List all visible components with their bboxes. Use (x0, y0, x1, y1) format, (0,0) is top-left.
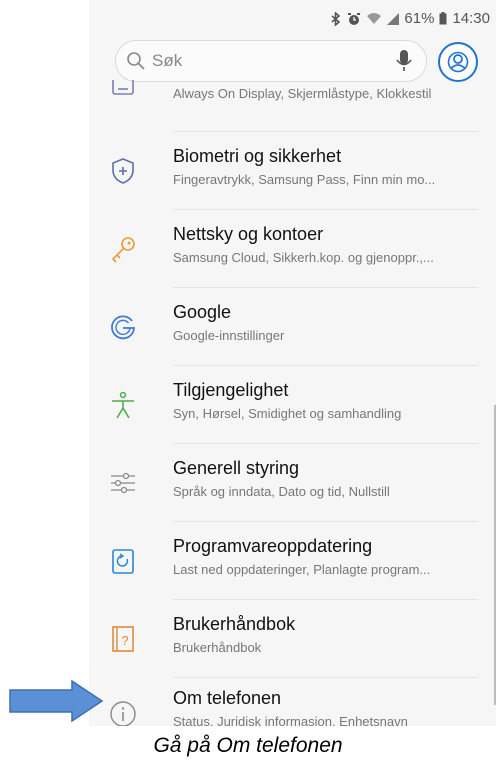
settings-item-subtitle: Brukerhåndbok (173, 640, 262, 655)
info-icon (110, 701, 136, 726)
signal-icon (387, 12, 400, 25)
alarm-icon (348, 12, 361, 25)
settings-item-subtitle: Google-innstillinger (173, 328, 285, 343)
settings-item-title: Google (173, 302, 232, 322)
clock: 14:30 (452, 10, 490, 27)
wifi-icon (367, 13, 382, 24)
arrow-right-icon (9, 679, 104, 723)
instruction-caption: Gå på Om telefonen (153, 734, 343, 757)
status-bar: 61% 14:30 (330, 10, 490, 27)
svg-text:?: ? (121, 633, 128, 648)
manual-icon: ? (112, 626, 134, 652)
settings-item-title: Tilgjengelighet (173, 380, 289, 400)
settings-item-subtitle: Last ned oppdateringer, Planlagte progra… (173, 562, 431, 577)
google-icon (111, 315, 135, 340)
settings-item-google[interactable]: Google Google-innstillinger (89, 288, 496, 366)
sliders-icon (111, 472, 135, 494)
settings-item-software-update[interactable]: Programvareoppdatering Last ned oppdater… (89, 522, 496, 600)
settings-item-title: Nettsky og kontoer (173, 224, 324, 244)
settings-item-title: Om telefonen (173, 688, 282, 708)
settings-item-title: Programvareoppdatering (173, 536, 373, 556)
settings-item-title: Biometri og sikkerhet (173, 146, 342, 166)
settings-item-lock-screen[interactable]: Always On Display, Skjermlåstype, Klokke… (89, 54, 496, 132)
settings-item-subtitle: Samsung Cloud, Sikkerh.kop. og gjenoppr.… (173, 250, 434, 265)
settings-item-subtitle: Status, Juridisk informasjon, Enhetsnavn (173, 714, 408, 726)
settings-item-biometrics[interactable]: Biometri og sikkerhet Fingeravtrykk, Sam… (89, 132, 496, 210)
battery-percent: 61% (404, 10, 435, 27)
settings-item-subtitle: Fingeravtrykk, Samsung Pass, Finn min mo… (173, 172, 436, 187)
settings-item-accessibility[interactable]: Tilgjengelighet Syn, Hørsel, Smidighet o… (89, 366, 496, 444)
phone-screen: 61% 14:30 Always On Display, Skjermlåsty… (89, 0, 496, 726)
settings-item-user-manual[interactable]: ? Brukerhåndbok Brukerhåndbok (89, 600, 496, 678)
settings-item-general-management[interactable]: Generell styring Språk og inndata, Dato … (89, 444, 496, 522)
settings-item-title: Brukerhåndbok (173, 614, 296, 634)
settings-item-subtitle: Always On Display, Skjermlåstype, Klokke… (173, 86, 432, 101)
settings-item-title: Generell styring (173, 458, 300, 478)
battery-icon (439, 12, 447, 25)
settings-item-subtitle: Språk og inndata, Dato og tid, Nullstill (173, 484, 390, 499)
software-update-icon (112, 549, 134, 574)
settings-item-subtitle: Syn, Hørsel, Smidighet og samhandling (173, 406, 402, 421)
lock-screen-icon (112, 80, 134, 95)
shield-icon (112, 158, 134, 184)
settings-item-cloud-accounts[interactable]: Nettsky og kontoer Samsung Cloud, Sikker… (89, 210, 496, 288)
key-icon (111, 237, 135, 263)
accessibility-icon (112, 391, 134, 419)
bluetooth-icon (331, 11, 341, 26)
settings-item-about-phone[interactable]: Om telefonen Status, Juridisk informasjo… (89, 678, 496, 726)
